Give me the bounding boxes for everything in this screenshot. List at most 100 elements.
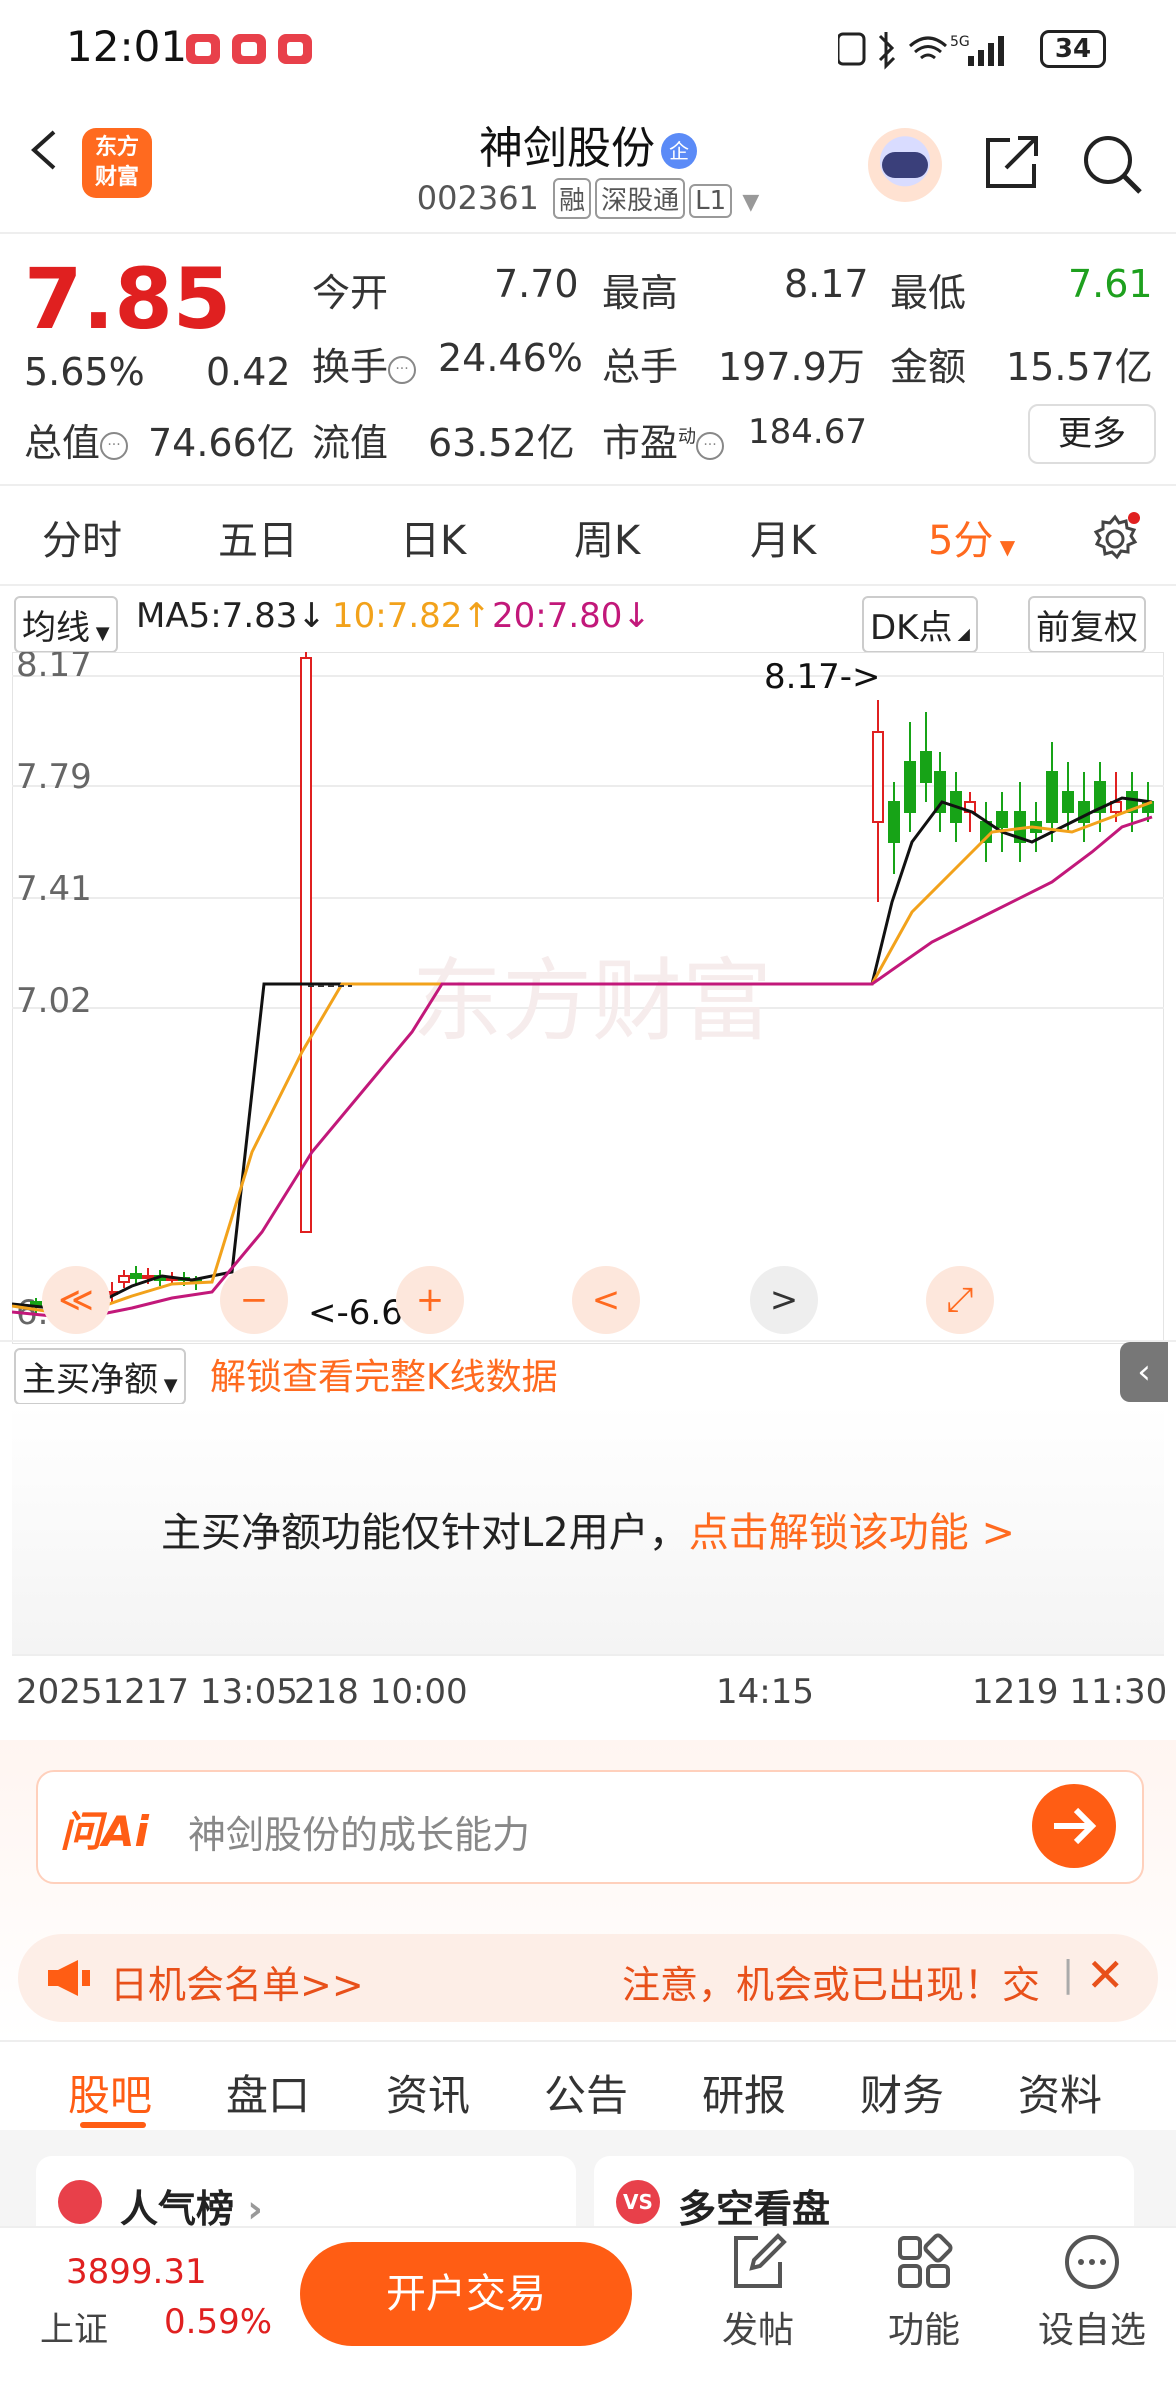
candle-body (920, 751, 932, 783)
pe-label: 市盈动 ··· (602, 412, 725, 467)
tab-5min[interactable]: 5分 ▼ (928, 508, 1015, 566)
candle-body (142, 1275, 154, 1279)
popularity-title: 人气榜 › (120, 2187, 263, 2231)
tab-news[interactable]: 资讯 (386, 2062, 470, 2123)
zoom-out-button[interactable]: − (220, 1266, 288, 1334)
low-label: 最低 (890, 271, 967, 315)
announcement-right: 注意，机会或已出现！交 (622, 1963, 1041, 2007)
unlock-link[interactable]: 解锁查看完整K线数据 (210, 1348, 558, 1400)
arrow-right-icon[interactable] (1032, 1784, 1116, 1868)
candle-body (888, 801, 900, 843)
function-button[interactable]: 功能 (864, 2232, 984, 2353)
candle-body (130, 1273, 142, 1279)
add-watchlist-button[interactable]: 设自选 (1032, 2232, 1152, 2353)
gear-icon[interactable] (1090, 512, 1140, 562)
tab-research[interactable]: 研报 (702, 2062, 786, 2123)
megaphone-icon (48, 1960, 90, 1996)
tab-profile[interactable]: 资料 (1018, 2062, 1102, 2123)
amount-label: 金额 (890, 345, 967, 389)
ma5-value: MA5:7.83↓ (136, 596, 326, 636)
ai-search-box[interactable]: 问Ai 神剑股份的成长能力 (36, 1770, 1144, 1884)
enterprise-badge: 企 (661, 133, 697, 169)
stock-name: 神剑股份 (479, 123, 655, 174)
tab-forum[interactable]: 股吧 (68, 2062, 152, 2123)
index-pct: 0.59% (164, 2302, 273, 2342)
y-tick-label: 7.41 (16, 869, 92, 909)
ai-robot-icon[interactable] (868, 128, 942, 202)
bull-bear-title: 多空看盘 (678, 2187, 831, 2231)
info-icon[interactable]: ··· (696, 431, 725, 460)
notification-icon (186, 34, 220, 64)
share-icon[interactable] (982, 132, 1042, 192)
tab-weekly-k[interactable]: 周K (574, 508, 640, 566)
search-icon[interactable] (1080, 132, 1144, 196)
tab-orderbook[interactable]: 盘口 (226, 2062, 310, 2123)
turnover-label: 换手 ··· (312, 336, 417, 391)
scroll-left-button[interactable]: < (572, 1266, 640, 1334)
high-value: 8.17 (784, 262, 869, 306)
tag-connect: 深股通 (595, 178, 686, 219)
candle-body (1062, 791, 1074, 813)
scroll-left-fast-button[interactable]: ≪ (42, 1266, 110, 1334)
ma20-value: 20:7.80↓ (492, 596, 651, 636)
vs-icon: VS (616, 2180, 660, 2224)
chevron-down-icon[interactable]: ▼ (742, 190, 759, 215)
collapse-icon[interactable]: ‹ (1120, 1342, 1168, 1402)
tab-finance[interactable]: 财务 (860, 2062, 944, 2123)
netbuy-locked-panel: 主买净额功能仅针对L2用户，点击解锁该功能 > (12, 1404, 1164, 1656)
more-icon (1065, 2235, 1119, 2289)
notification-icon (278, 34, 312, 64)
unlock-feature-link[interactable]: 点击解锁该功能 > (689, 1510, 1015, 1556)
tag-level: L1 (689, 184, 733, 218)
candle-body (904, 761, 916, 813)
candle-body (872, 731, 884, 823)
time-label: 1219 11:30 (972, 1672, 1168, 1712)
tab-monthly-k[interactable]: 月K (750, 508, 816, 566)
grid-icon (898, 2233, 953, 2288)
volume-label: 总手 (602, 345, 679, 389)
close-icon[interactable]: ✕ (1086, 1948, 1125, 2002)
ai-brand: 问Ai (60, 1807, 149, 1856)
change-amount: 0.42 (206, 350, 291, 394)
tab-daily-k[interactable]: 日K (400, 508, 466, 566)
candle-body (118, 1275, 130, 1283)
tab-announcement[interactable]: 公告 (544, 2062, 628, 2123)
low-value: 7.61 (1068, 262, 1153, 306)
float-label: 流值 (312, 421, 389, 465)
scroll-right-button[interactable]: > (750, 1266, 818, 1334)
turnover-value: 24.46% (438, 336, 583, 380)
fullscreen-button[interactable]: ⤢ (926, 1266, 994, 1334)
kline-chart[interactable]: 东方财富 8.177.797.417.026.6 8.17-> <-6.64 (12, 652, 1164, 1344)
open-account-button[interactable]: 开户交易 (300, 2242, 632, 2346)
more-button[interactable]: 更多 (1028, 404, 1156, 464)
info-icon[interactable]: ··· (388, 355, 417, 384)
tab-intraday[interactable]: 分时 (42, 508, 122, 566)
watch-label: 设自选 (1037, 2310, 1146, 2351)
candle-body (300, 657, 312, 1233)
candle-body (996, 811, 1008, 828)
zoom-in-button[interactable]: + (396, 1266, 464, 1334)
indicator-select[interactable]: 均线 ▼ (14, 596, 118, 653)
ma10-value: 10:7.82↑ (332, 596, 491, 636)
stock-code: 002361 (416, 179, 539, 217)
high-marker: 8.17-> (764, 657, 880, 697)
change-percent: 5.65% (24, 350, 145, 394)
high-label: 最高 (602, 271, 679, 315)
open-label: 今开 (312, 271, 389, 315)
announcement-bar[interactable]: 日机会名单>> 注意，机会或已出现！交 | ✕ (18, 1934, 1158, 2022)
mktcap-label: 总值 ··· (24, 412, 129, 467)
status-bar: 12:01 5G 34 (0, 0, 1176, 100)
battery-indicator: 34 (1040, 30, 1106, 68)
function-label: 功能 (887, 2310, 960, 2351)
open-value: 7.70 (494, 262, 579, 306)
adjust-button[interactable]: 前复权 (1028, 596, 1146, 653)
y-tick-label: 7.02 (16, 981, 92, 1021)
info-icon[interactable]: ··· (100, 431, 129, 460)
netbuy-select[interactable]: 主买净额 ▼ (14, 1348, 186, 1405)
tab-five-day[interactable]: 五日 (218, 508, 298, 566)
index-name: 上证 (40, 2310, 108, 2350)
post-button[interactable]: 发帖 (698, 2232, 818, 2353)
announcement-left: 日机会名单>> (110, 1963, 364, 2007)
active-tab-indicator (80, 2122, 146, 2128)
dk-point-button[interactable]: DK点 ◢ (862, 596, 978, 653)
